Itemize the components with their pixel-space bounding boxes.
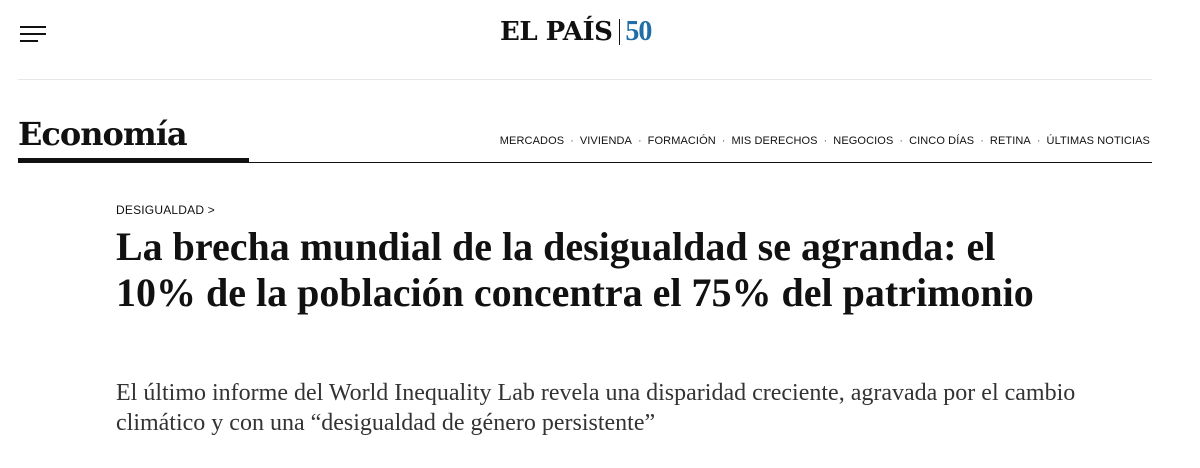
nav-mis-derechos[interactable]: MIS DERECHOS	[731, 135, 817, 147]
article-standfirst: El último informe del World Inequality L…	[116, 380, 1076, 436]
nav-retina[interactable]: RETINA	[990, 135, 1031, 147]
article-kicker-link[interactable]: DESIGUALDAD >	[116, 203, 215, 217]
hamburger-menu-icon[interactable]	[20, 24, 48, 44]
nav-formacion[interactable]: FORMACIÓN	[648, 135, 716, 147]
nav-separator: ·	[570, 135, 574, 147]
section-rule	[18, 162, 1152, 163]
logo-divider	[619, 19, 621, 45]
article-headline: La brecha mundial de la desigualdad se a…	[116, 224, 1034, 315]
nav-separator: ·	[823, 135, 828, 147]
nav-separator: ·	[721, 135, 726, 147]
section-nav: MERCADOS · VIVIENDA · FORMACIÓN · MIS DE…	[500, 135, 1150, 147]
logo-anniversary: 50	[625, 16, 652, 47]
top-bar: EL PAÍS 50	[0, 0, 1200, 80]
nav-vivienda[interactable]: VIVIENDA	[580, 135, 632, 147]
nav-mercados[interactable]: MERCADOS	[500, 135, 564, 147]
header-divider	[18, 79, 1152, 80]
section-title[interactable]: Economía	[18, 112, 188, 156]
site-logo[interactable]: EL PAÍS 50	[500, 14, 652, 50]
nav-separator: ·	[899, 135, 904, 147]
logo-wordmark: EL PAÍS	[500, 17, 613, 47]
nav-negocios[interactable]: NEGOCIOS	[833, 135, 893, 147]
nav-ultimas-noticias[interactable]: ÚLTIMAS NOTICIAS	[1047, 135, 1150, 147]
nav-separator: ·	[638, 135, 642, 147]
nav-cinco-dias[interactable]: CINCO DÍAS	[909, 135, 974, 147]
nav-separator: ·	[980, 135, 984, 147]
nav-separator: ·	[1036, 135, 1041, 147]
